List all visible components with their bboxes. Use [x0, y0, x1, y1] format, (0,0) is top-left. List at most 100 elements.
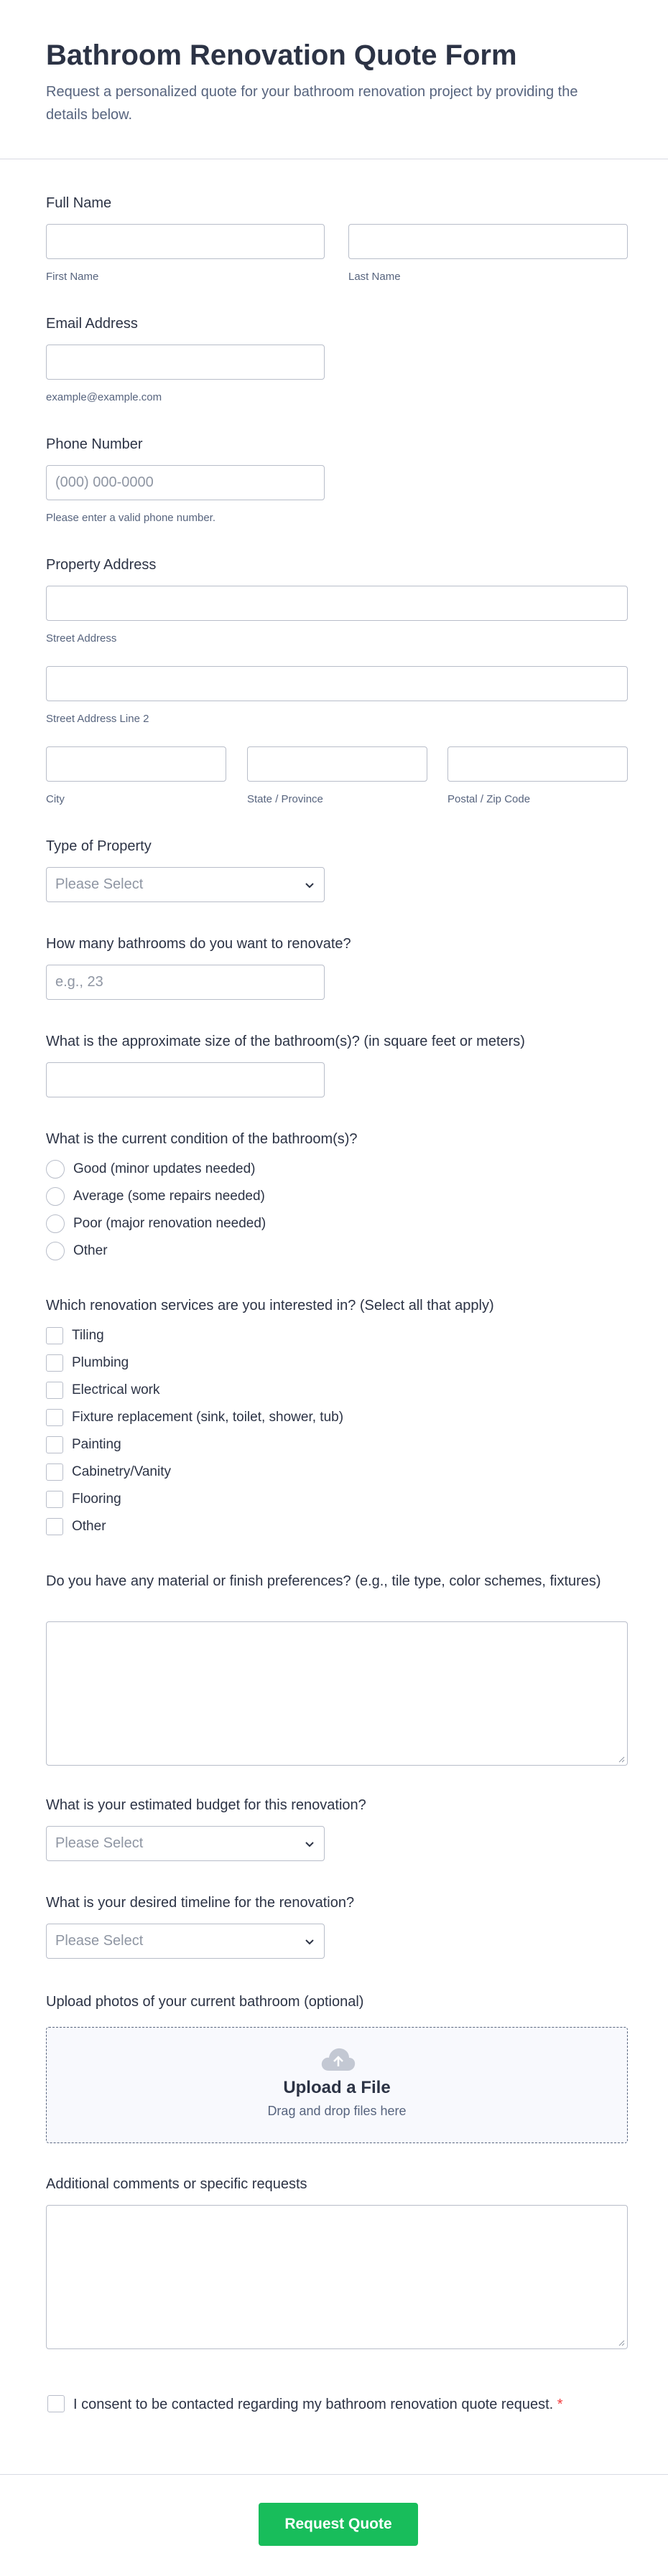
checkbox[interactable] [46, 1327, 63, 1344]
service-option-label: Fixture replacement (sink, toilet, showe… [72, 1410, 344, 1425]
budget-select[interactable]: Please Select [46, 1826, 325, 1861]
service-option[interactable]: Fixture replacement (sink, toilet, showe… [46, 1408, 343, 1427]
first-name-sublabel: First Name [46, 271, 99, 283]
phone-sublabel: Please enter a valid phone number. [46, 512, 215, 524]
checkbox[interactable] [46, 1491, 63, 1508]
property-type-field: Type of Property Please Select [46, 837, 628, 905]
consent-field: I consent to be contacted regarding my b… [46, 2394, 628, 2437]
checkbox[interactable] [46, 1436, 63, 1453]
timeline-field: What is your desired timeline for the re… [46, 1893, 628, 1962]
form-header: Bathroom Renovation Quote Form Request a… [0, 0, 668, 159]
last-name-input[interactable] [348, 224, 628, 259]
materials-field: Do you have any material or finish prefe… [46, 1572, 628, 1766]
state-input[interactable] [247, 746, 427, 782]
bathrooms-count-label: How many bathrooms do you want to renova… [46, 936, 351, 952]
street-address-line2-sublabel: Street Address Line 2 [46, 713, 149, 725]
checkbox[interactable] [46, 1518, 63, 1535]
bathrooms-count-input[interactable]: e.g., 23 [46, 965, 325, 1000]
service-option[interactable]: Electrical work [46, 1381, 159, 1400]
materials-textarea[interactable] [46, 1621, 628, 1766]
street-address-sublabel: Street Address [46, 632, 117, 645]
condition-option[interactable]: Other [46, 1242, 108, 1260]
email-field: Email Address example@example.com [46, 314, 628, 408]
condition-field: What is the current condition of the bat… [46, 1130, 628, 1266]
email-sublabel: example@example.com [46, 391, 162, 403]
timeline-label: What is your desired timeline for the re… [46, 1895, 355, 1911]
email-input[interactable] [46, 345, 325, 380]
form-subtitle: Request a personalized quote for your ba… [46, 84, 578, 123]
condition-option[interactable]: Good (minor updates needed) [46, 1160, 256, 1179]
condition-option[interactable]: Average (some repairs needed) [46, 1187, 265, 1206]
upload-title: Upload a File [283, 2078, 391, 2097]
comments-field: Additional comments or specific requests [46, 2175, 628, 2354]
services-label: Which renovation services are you intere… [46, 1298, 494, 1313]
radio-button[interactable] [46, 1160, 65, 1179]
bathroom-size-input[interactable] [46, 1062, 325, 1097]
budget-selected: Please Select [55, 1835, 144, 1851]
condition-option-label: Average (some repairs needed) [73, 1189, 265, 1204]
service-option[interactable]: Plumbing [46, 1354, 129, 1372]
service-option[interactable]: Cabinetry/Vanity [46, 1463, 171, 1481]
budget-field: What is your estimated budget for this r… [46, 1796, 628, 1864]
service-option[interactable]: Painting [46, 1435, 121, 1454]
radio-button[interactable] [46, 1242, 65, 1260]
street-address-input[interactable] [46, 586, 628, 621]
comments-label: Additional comments or specific requests [46, 2176, 307, 2192]
resize-grip-icon[interactable] [618, 2339, 625, 2346]
last-name-sublabel: Last Name [348, 271, 401, 283]
full-name-field: Full Name First Name Last Name [46, 194, 628, 287]
comments-textarea[interactable] [46, 2205, 628, 2349]
service-option-label: Flooring [72, 1491, 121, 1507]
radio-button[interactable] [46, 1187, 65, 1206]
cloud-upload-icon [321, 2048, 356, 2071]
condition-option[interactable]: Poor (major renovation needed) [46, 1214, 266, 1233]
services-field: Which renovation services are you intere… [46, 1296, 628, 1540]
file-dropzone[interactable]: Upload a File Drag and drop files here [46, 2027, 628, 2143]
chevron-down-icon [305, 1939, 314, 1945]
form-title: Bathroom Renovation Quote Form [46, 39, 517, 71]
checkbox[interactable] [46, 1354, 63, 1372]
zip-input[interactable] [447, 746, 628, 782]
service-option[interactable]: Tiling [46, 1326, 104, 1345]
checkbox[interactable] [46, 1463, 63, 1481]
checkbox[interactable] [46, 1409, 63, 1426]
condition-option-label: Poor (major renovation needed) [73, 1216, 266, 1231]
condition-option-label: Other [73, 1243, 108, 1258]
phone-input[interactable]: (000) 000-0000 [46, 465, 325, 500]
phone-label: Phone Number [46, 436, 143, 452]
property-address-label: Property Address [46, 557, 157, 573]
checkbox[interactable] [46, 1382, 63, 1399]
service-option[interactable]: Other [46, 1517, 106, 1536]
budget-label: What is your estimated budget for this r… [46, 1797, 366, 1813]
city-input[interactable] [46, 746, 226, 782]
city-sublabel: City [46, 793, 65, 805]
property-address-field: Property Address Street Address Street A… [46, 556, 628, 807]
upload-subtitle: Drag and drop files here [267, 2104, 407, 2118]
condition-option-label: Good (minor updates needed) [73, 1161, 256, 1176]
service-option-label: Cabinetry/Vanity [72, 1464, 171, 1479]
consent-label-wrap: I consent to be contacted regarding my b… [46, 2394, 563, 2415]
timeline-select[interactable]: Please Select [46, 1924, 325, 1959]
bathrooms-count-field: How many bathrooms do you want to renova… [46, 935, 628, 1003]
required-marker: * [557, 2397, 563, 2412]
street-address-line2-input[interactable] [46, 666, 628, 701]
property-type-selected: Please Select [55, 876, 144, 892]
service-option[interactable]: Flooring [46, 1490, 121, 1509]
photo-upload-label: Upload photos of your current bathroom (… [46, 1994, 364, 2010]
condition-label: What is the current condition of the bat… [46, 1131, 358, 1147]
phone-field: Phone Number (000) 000-0000 Please enter… [46, 435, 628, 528]
service-option-label: Other [72, 1519, 106, 1534]
chevron-down-icon [305, 1842, 314, 1847]
consent-label: I consent to be contacted regarding my b… [73, 2397, 554, 2412]
materials-label: Do you have any material or finish prefe… [46, 1573, 601, 1589]
resize-grip-icon[interactable] [618, 1756, 625, 1763]
service-option-label: Tiling [72, 1328, 104, 1343]
property-type-select[interactable]: Please Select [46, 867, 325, 902]
chevron-down-icon [305, 883, 314, 889]
request-quote-button[interactable]: Request Quote [259, 2503, 418, 2546]
first-name-input[interactable] [46, 224, 325, 259]
property-type-label: Type of Property [46, 838, 152, 854]
email-label: Email Address [46, 316, 138, 332]
footer-divider [0, 2474, 668, 2475]
radio-button[interactable] [46, 1214, 65, 1233]
